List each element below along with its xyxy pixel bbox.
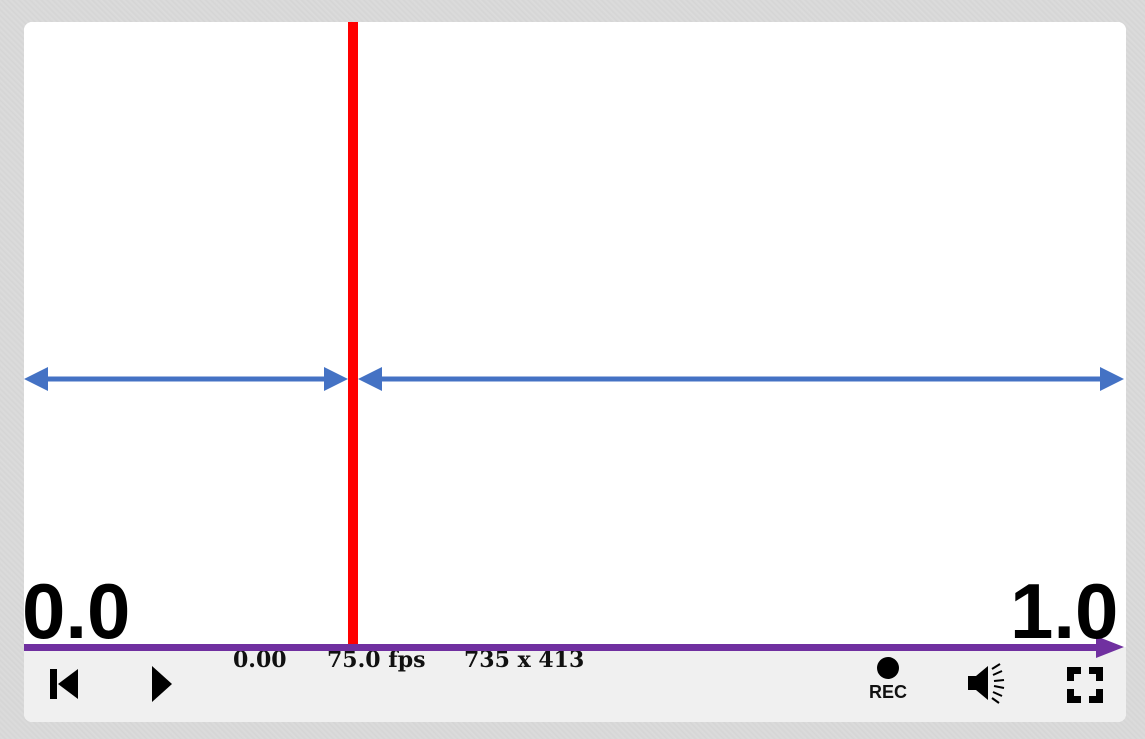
- volume-button[interactable]: [962, 660, 1012, 706]
- record-button[interactable]: REC: [860, 654, 916, 710]
- timeline-end-label: 1.0: [1010, 567, 1119, 655]
- play-icon: [152, 666, 172, 702]
- resolution-display: 735 x 413: [464, 647, 585, 673]
- record-icon: [877, 657, 899, 679]
- fullscreen-icon: [1067, 667, 1103, 703]
- rewind-button[interactable]: [44, 662, 84, 706]
- fps-display: 75.0 fps: [327, 647, 426, 673]
- record-label: REC: [868, 682, 907, 702]
- rewind-to-start-icon: [50, 669, 78, 699]
- video-player: [24, 22, 1126, 722]
- video-canvas[interactable]: [24, 22, 1126, 647]
- fullscreen-button[interactable]: [1062, 662, 1108, 708]
- volume-icon: [968, 663, 1005, 704]
- play-button[interactable]: [142, 660, 182, 708]
- time-display: 0.00: [233, 647, 287, 673]
- timeline-start-label: 0.0: [22, 567, 131, 655]
